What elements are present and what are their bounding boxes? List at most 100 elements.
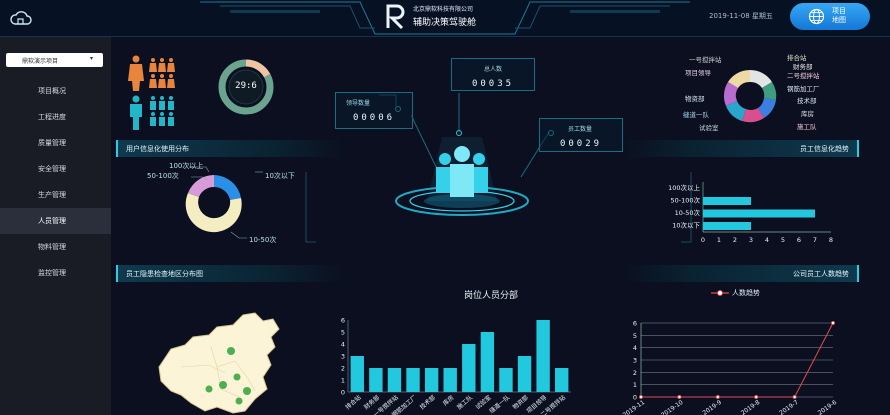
leader-count-value: 00006 — [352, 113, 396, 123]
bar — [443, 368, 457, 392]
project-map-label: 项目 地图 — [832, 7, 846, 24]
usage-label-under10: 10次以下 — [265, 172, 295, 180]
department-label-5: 试验室 — [699, 124, 719, 132]
china-map — [158, 312, 280, 414]
bar-category-label: 100次以上 — [668, 183, 700, 192]
bar — [462, 344, 476, 392]
bar-category-label: 10次以下 — [672, 221, 700, 230]
team-people-icon — [395, 137, 529, 216]
series-point — [830, 320, 835, 325]
y-tick-label: 5 — [633, 332, 637, 340]
bar — [499, 368, 513, 392]
y-tick-label: 3 — [633, 357, 637, 365]
y-tick-label: 0 — [633, 394, 637, 402]
bar-category-label: 10-50次 — [675, 208, 701, 217]
y-tick-label: 6 — [341, 317, 345, 325]
x-tick-label: 5 — [781, 236, 785, 244]
department-pie — [723, 69, 777, 123]
x-tick-label: 技术部 — [418, 393, 437, 411]
section-health-map: 员工隐患检查地区分布图 — [116, 265, 346, 282]
staff-count-label: 员工数量 — [568, 126, 593, 133]
usage-label-over100: 100次以上 — [169, 162, 204, 170]
chevron-down-icon: ▾ — [90, 55, 94, 62]
x-tick-label: 4 — [765, 236, 769, 244]
sidebar-item-1[interactable]: 项目概况 — [0, 78, 111, 104]
y-tick-label: 4 — [633, 344, 637, 352]
series-point — [677, 395, 682, 400]
y-tick-label: 1 — [633, 381, 637, 389]
section-headcount-trend: 公司员工人数趋势 — [621, 265, 859, 282]
section-usage-dist: 用户信息化使用分布 — [116, 140, 346, 157]
sidebar-item-6[interactable]: 人员管理 — [0, 208, 111, 234]
company-logo — [386, 4, 406, 30]
y-tick-label: 4 — [341, 341, 345, 349]
bar — [350, 356, 364, 392]
series-point — [715, 395, 720, 400]
x-tick-label: 3 — [749, 236, 753, 244]
x-tick-label: 2019-8 — [740, 399, 762, 415]
section-usage-trend: 员工信息化趋势 — [621, 140, 859, 157]
department-label-8: 二号搅拌站 — [787, 72, 820, 80]
bar — [480, 332, 495, 392]
y-tick-label: 6 — [633, 320, 637, 328]
x-tick-label: 排合站 — [344, 393, 363, 411]
project-map-button[interactable]: 项目 地图 — [790, 3, 870, 30]
sidebar-item-5[interactable]: 生产管理 — [0, 182, 111, 208]
bar — [424, 368, 439, 392]
top-bar: 北京鼎软科技有限公司 辅助决策驾驶舱 2019-11-08 星期五 项目 地图 — [0, 0, 890, 37]
bar — [517, 356, 532, 392]
y-tick-label: 2 — [633, 369, 637, 377]
bar — [703, 197, 751, 205]
bar — [369, 368, 383, 392]
sidebar-item-4[interactable]: 安全管理 — [0, 156, 111, 182]
leader-count-box: 领导数量 00006 — [335, 92, 413, 129]
usage-trend-chart: 100次以上 50-100次 10-50次 10次以下0 1 2 3 4 5 6 7 8 — [668, 182, 833, 244]
bar-category-label: 50-100次 — [670, 196, 700, 205]
x-tick-label: 0 — [701, 236, 705, 244]
dashboard-main: 29:6 总人数 00035 领导数量 00006 员工数量 00029 一号搅… — [111, 37, 890, 415]
total-count-box: 总人数 00035 — [451, 58, 535, 91]
sidebar: 鼎软演示项目 ▾ 项目概况 工程进度 质量管理 安全管理 生产管理 人员管理 物料管理 监控管… — [0, 37, 111, 415]
series-point — [638, 395, 643, 400]
bar — [703, 209, 815, 218]
bar — [555, 368, 569, 392]
x-tick-label: 6 — [797, 236, 801, 244]
bar — [387, 368, 402, 392]
department-label-9: 钢筋加工厂 — [787, 85, 820, 93]
company-name: 北京鼎软科技有限公司 — [413, 6, 474, 13]
position-bar-chart: 0123456排合站 财务部一号搅拌站钢筋加工厂 技术部 库房 施工队 试验室缝道一队 物资… — [341, 317, 571, 415]
staff-count-value: 00029 — [559, 139, 603, 149]
department-label-2: 项目领导 — [685, 69, 711, 77]
y-tick-label: 3 — [341, 353, 345, 361]
globe-icon — [808, 8, 825, 25]
bar — [406, 368, 420, 392]
cloud-home-icon[interactable] — [10, 9, 32, 27]
department-label-3: 物资部 — [685, 95, 705, 103]
gender-people-icon — [128, 55, 175, 130]
sidebar-item-8[interactable]: 监控管理 — [0, 260, 111, 286]
x-tick-label: 施工队 — [455, 393, 474, 411]
page-title: 辅助决策驾驶舱 — [413, 18, 477, 28]
leader-count-label: 领导数量 — [346, 100, 371, 107]
datetime: 2019-11-08 星期五 — [709, 12, 773, 20]
staff-count-box: 员工数量 00029 — [539, 118, 623, 152]
x-tick-label: 缝道一队 — [488, 393, 512, 415]
headcount-line-chart: 01234562019-11 2019-10 2019-9 2019-8 2019-7 2… — [622, 320, 839, 415]
y-tick-label: 5 — [341, 329, 345, 337]
department-label-11: 库房 — [801, 110, 814, 118]
bar — [536, 320, 550, 392]
x-tick-label: 2019-9 — [702, 399, 724, 415]
series-point — [792, 395, 797, 400]
line-legend-label: 人数趋势 — [732, 289, 760, 297]
sidebar-item-3[interactable]: 质量管理 — [0, 130, 111, 156]
total-count-value: 00035 — [471, 79, 515, 89]
project-select-value: 鼎软演示项目 — [22, 58, 59, 65]
sidebar-item-7[interactable]: 物料管理 — [0, 234, 111, 260]
project-select[interactable]: 鼎软演示项目 ▾ — [6, 53, 103, 67]
department-label-12: 施工队 — [797, 123, 817, 131]
bar — [703, 222, 751, 230]
sidebar-item-2[interactable]: 工程进度 — [0, 104, 111, 130]
department-label-4: 缝道一队 — [683, 111, 709, 119]
x-tick-label: 1 — [717, 236, 721, 244]
y-tick-label: 1 — [341, 377, 345, 385]
